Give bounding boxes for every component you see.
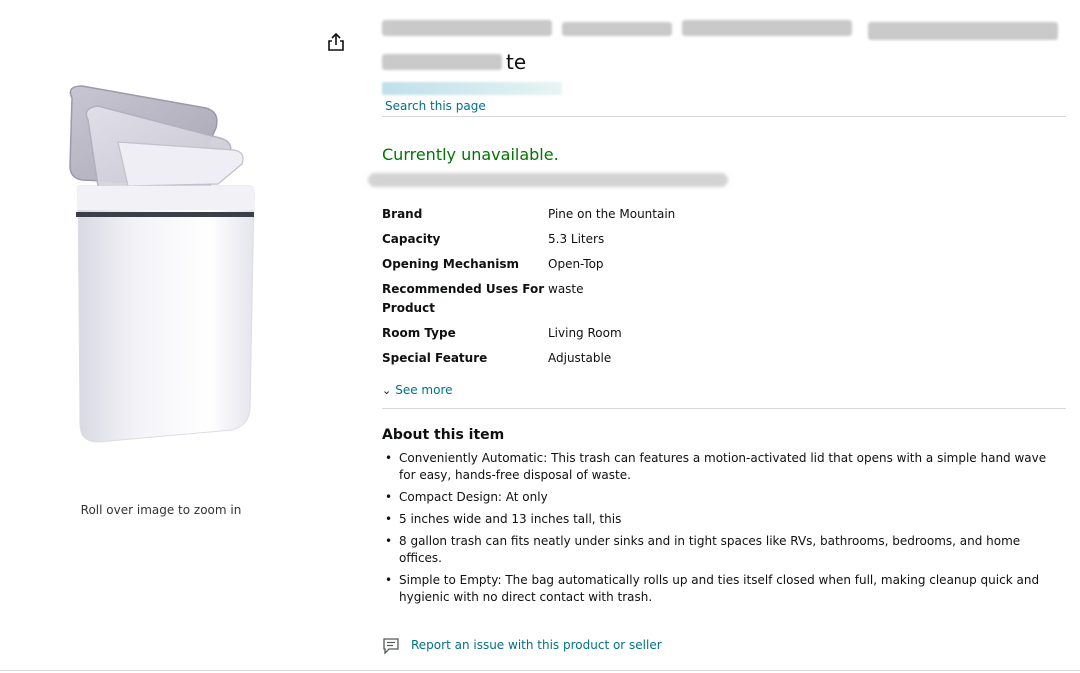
spec-row: Recommended Uses For Product waste <box>382 280 802 324</box>
store-link-blurred[interactable] <box>382 82 562 95</box>
report-flag-icon <box>383 638 399 655</box>
spec-value: Pine on the Mountain <box>548 207 676 221</box>
see-more-link[interactable]: ⌄ See more <box>382 383 453 397</box>
divider <box>382 408 1066 409</box>
footer-divider <box>0 670 1080 671</box>
spec-row: Capacity 5.3 Liters <box>382 230 802 255</box>
product-specs: Brand Pine on the Mountain Capacity 5.3 Li… <box>382 205 802 374</box>
divider <box>382 116 1066 117</box>
image-column: Roll over image to zoom in <box>0 0 330 673</box>
search-this-page-link[interactable]: Search this page <box>385 99 486 113</box>
product-image[interactable] <box>58 80 258 452</box>
spec-value: waste <box>548 282 584 296</box>
spec-row: Brand Pine on the Mountain <box>382 205 802 230</box>
spec-value: 5.3 Liters <box>548 232 605 246</box>
spec-key: Brand <box>382 207 423 221</box>
spec-row: Opening Mechanism Open-Top <box>382 255 802 280</box>
list-item: Compact Design: At only <box>382 489 1066 506</box>
spec-row: Special Feature Adjustable <box>382 349 802 374</box>
report-issue-label: Report an issue with this product or sel… <box>411 638 662 652</box>
spec-key: Room Type <box>382 326 456 340</box>
about-heading: About this item <box>382 427 505 443</box>
spec-key: Special Feature <box>382 351 488 365</box>
share-icon[interactable] <box>326 32 346 52</box>
availability-status: Currently unavailable. <box>382 145 559 164</box>
list-item: Conveniently Automatic: This trash can f… <box>382 450 1066 484</box>
product-title-blurred <box>382 20 1066 42</box>
spec-key: Recommended Uses For Product <box>382 282 545 315</box>
product-title-text: te <box>506 50 527 74</box>
availability-note-blurred <box>368 173 728 187</box>
spec-value: Open-Top <box>548 257 604 271</box>
spec-value: Living Room <box>548 326 622 340</box>
spec-value: Adjustable <box>548 351 612 365</box>
see-more-label: See more <box>395 383 453 397</box>
list-item: 8 gallon trash can fits neatly under sin… <box>382 533 1066 567</box>
chevron-down-icon: ⌄ <box>382 384 392 397</box>
spec-key: Opening Mechanism <box>382 257 520 271</box>
spec-row: Room Type Living Room <box>382 324 802 349</box>
zoom-hint: Roll over image to zoom in <box>80 503 242 517</box>
list-item: Simple to Empty: The bag automatically r… <box>382 572 1066 606</box>
spec-key: Capacity <box>382 232 441 246</box>
list-item: 5 inches wide and 13 inches tall, this <box>382 511 1066 528</box>
about-bullets: Conveniently Automatic: This trash can f… <box>382 450 1066 611</box>
